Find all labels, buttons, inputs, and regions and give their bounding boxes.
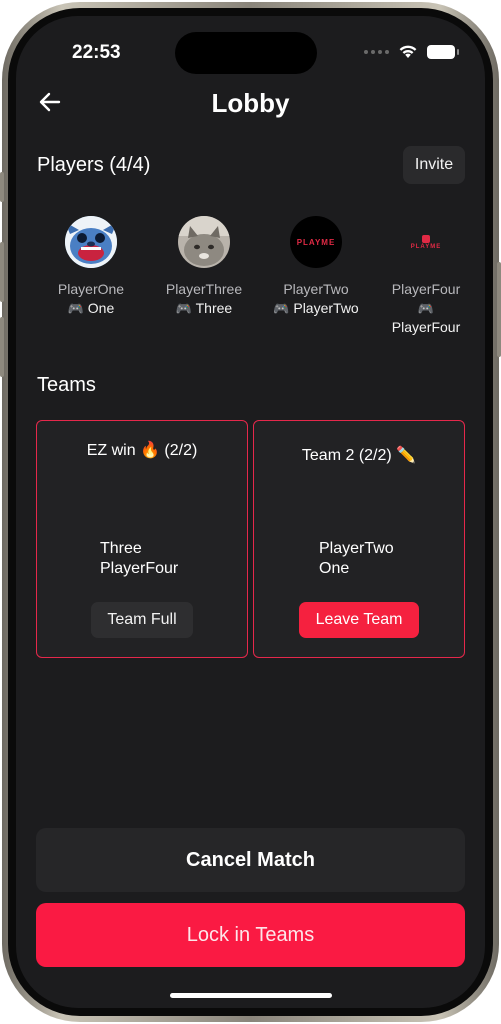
wifi-icon [399, 45, 417, 58]
player-tag: 🎮 PlayerFour [372, 299, 480, 336]
gamepad-icon: 🎮 [417, 301, 435, 316]
team-card[interactable]: Team 2 (2/2) ✏️ PlayerTwo One Leave Team [253, 420, 465, 658]
status-time: 22:53 [72, 42, 121, 63]
signal-icon [364, 49, 389, 54]
invite-button[interactable]: Invite [403, 146, 465, 184]
home-indicator[interactable] [170, 993, 332, 998]
volume-up-button [0, 242, 4, 302]
gamepad-icon: 🎮 [175, 301, 192, 316]
player-tag: 🎮 PlayerTwo [261, 299, 371, 318]
player-tag-text: Three [195, 300, 233, 316]
playme-logo: PLAYME [296, 237, 336, 247]
team-card[interactable]: EZ win 🔥 (2/2) Three PlayerFour Team Ful… [36, 420, 248, 658]
player-item[interactable]: PLAYME PlayerTwo 🎮 PlayerTwo [261, 216, 371, 318]
team-members: Three PlayerFour [100, 539, 178, 579]
player-tag: 🎮 One [36, 299, 146, 318]
action-button [0, 172, 4, 202]
cancel-match-button[interactable]: Cancel Match [36, 828, 465, 892]
gamepad-icon: 🎮 [273, 301, 290, 316]
player-item[interactable]: PlayerOne 🎮 One [36, 216, 146, 318]
playme-logo-icon [422, 234, 430, 243]
player-name: PlayerTwo [283, 281, 349, 297]
player-item[interactable]: PLAYME PlayerFour 🎮 PlayerFour [372, 216, 480, 336]
team-members: PlayerTwo One [319, 539, 394, 579]
team-full-button[interactable]: Team Full [91, 602, 193, 638]
volume-down-button [0, 317, 4, 377]
team-member: PlayerFour [100, 560, 179, 577]
player-item[interactable]: PlayerThree 🎮 Three [149, 216, 259, 318]
status-icons [364, 44, 459, 59]
leave-team-button[interactable]: Leave Team [299, 602, 419, 638]
cat-avatar [178, 216, 230, 268]
battery-icon [427, 44, 459, 59]
player-name: PlayerThree [165, 281, 243, 297]
power-button [497, 262, 501, 357]
player-tag-text: PlayerFour [391, 319, 461, 335]
team-member: PlayerTwo [319, 540, 394, 557]
stitch-avatar [65, 216, 117, 268]
player-name: PlayerFour [391, 281, 461, 297]
gamepad-icon: 🎮 [67, 301, 84, 316]
playme-logo-avatar: PLAYME [290, 216, 342, 268]
team-title: Team 2 (2/2) ✏️ [301, 447, 417, 464]
team-member: One [319, 560, 350, 577]
players-section-title: Players (4/4) [37, 154, 151, 176]
page-title: Lobby [211, 88, 290, 118]
screen: 22:53 Lobby Players (4/4) Invite PlayerO… [16, 16, 485, 1008]
playme-logo: PLAYME [410, 243, 442, 250]
teams-section-title: Teams [37, 374, 96, 396]
players-list: PlayerOne 🎮 One PlayerThree 🎮 Three PLAY… [36, 216, 466, 336]
lock-in-teams-button[interactable]: Lock in Teams [36, 903, 465, 967]
player-tag-text: One [87, 300, 115, 316]
player-name: PlayerOne [57, 281, 125, 297]
team-member: Three [100, 540, 142, 557]
dynamic-island [175, 32, 317, 74]
player-tag: 🎮 Three [149, 299, 259, 318]
playme-logo-avatar: PLAYME [400, 216, 452, 268]
team-title: EZ win 🔥 (2/2) [86, 442, 198, 459]
player-tag-text: PlayerTwo [293, 300, 359, 316]
